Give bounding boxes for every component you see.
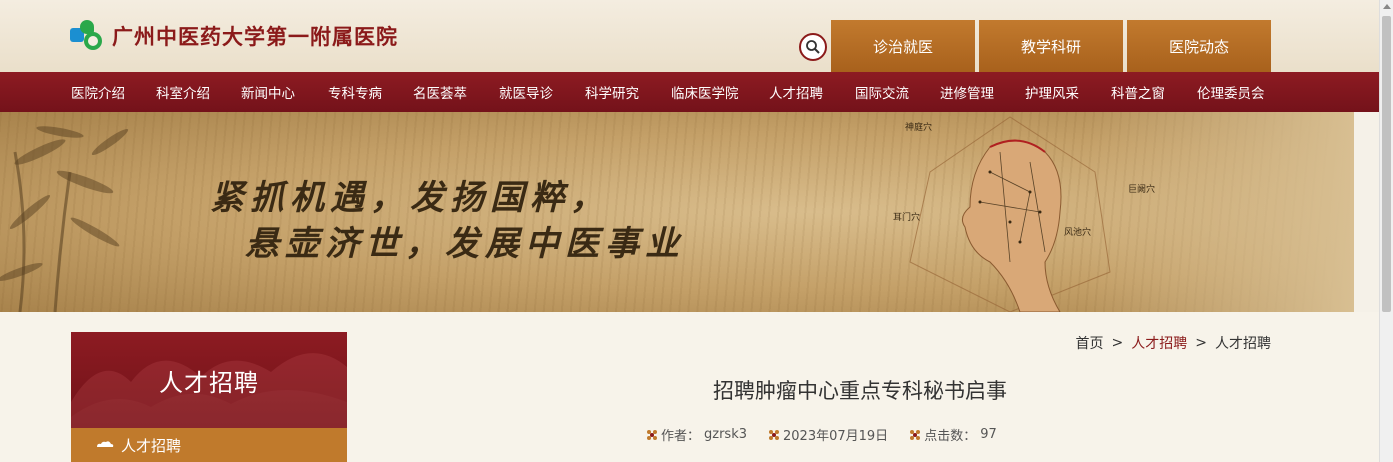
date-value: 2023年07月19日 [783, 429, 889, 444]
search-button[interactable] [799, 33, 827, 61]
article-meta: 作者： gzrsk3 2023年07月19日 点击数： 97 [647, 425, 997, 444]
meta-date: 2023年07月19日 [769, 425, 888, 444]
sidebar-title: 人才招聘 [159, 368, 259, 397]
nav-item-recruitment[interactable]: 人才招聘 [769, 72, 855, 112]
nav-item-clinical-college[interactable]: 临床医学院 [671, 72, 769, 112]
sidebar-item-label: 人才招聘 [121, 436, 182, 455]
logo-icon [70, 20, 104, 52]
flower-icon [647, 429, 657, 440]
header: 广州中医药大学第一附属医院 诊治就医 教学科研 医院动态 [0, 0, 1379, 72]
main-content: 人才招聘 人才招聘 首页 > 人才招聘 > 人才招聘 招聘肿瘤中心重点专科秘书启… [0, 312, 1379, 462]
acupoint-label: 神庭穴 [905, 123, 933, 133]
nav-item-nursing[interactable]: 护理风采 [1025, 72, 1111, 112]
breadcrumb-separator: > [1111, 335, 1124, 351]
nav-item-famous-doctors[interactable]: 名医荟萃 [413, 72, 499, 112]
scroll-up-arrow-icon[interactable] [1383, 4, 1391, 9]
logo-text: 广州中医药大学第一附属医院 [112, 24, 398, 49]
search-icon [806, 40, 820, 54]
meta-clicks: 点击数： 97 [910, 425, 997, 444]
acupoint-label: 巨阙穴 [1128, 185, 1156, 195]
breadcrumb-recruitment[interactable]: 人才招聘 [1131, 333, 1187, 353]
banner-slogan-line1: 紧抓机遇，发扬国粹， [210, 178, 610, 218]
sidebar-header: 人才招聘 [71, 332, 347, 428]
article-title: 招聘肿瘤中心重点专科秘书启事 [713, 379, 1007, 403]
tab-hospital-news[interactable]: 医院动态 [1127, 20, 1271, 72]
author-label: 作者： [661, 429, 701, 444]
nav-item-training[interactable]: 进修管理 [940, 72, 1025, 112]
banner-slogan-line2: 悬壶济世，发展中医事业 [245, 224, 685, 264]
vertical-scrollbar[interactable] [1379, 0, 1393, 462]
page: 广州中医药大学第一附属医院 诊治就医 教学科研 医院动态 医院介绍 科室介绍 新… [0, 0, 1379, 462]
clicks-value: 97 [980, 427, 997, 442]
bamboo-decoration [0, 126, 129, 312]
nav-item-international[interactable]: 国际交流 [855, 72, 940, 112]
sidebar-item-recruitment[interactable]: 人才招聘 [71, 428, 347, 462]
nav-item-specialties[interactable]: 专科专病 [328, 72, 413, 112]
clicks-label: 点击数： [924, 429, 977, 444]
acupoint-label: 耳门穴 [893, 213, 921, 223]
nav-item-news[interactable]: 新闻中心 [241, 72, 328, 112]
meta-author: 作者： gzrsk3 [647, 425, 747, 444]
breadcrumb-current: 人才招聘 [1215, 336, 1271, 352]
nav-item-departments[interactable]: 科室介绍 [156, 72, 241, 112]
breadcrumb-home[interactable]: 首页 [1076, 333, 1104, 353]
flower-icon [910, 429, 920, 440]
breadcrumb-separator: > [1195, 335, 1207, 351]
nav-item-science-window[interactable]: 科普之窗 [1111, 72, 1197, 112]
top-tabs: 诊治就医 教学科研 医院动态 [831, 20, 1271, 72]
acupoint-label: 风池穴 [1064, 228, 1092, 238]
tab-diagnosis[interactable]: 诊治就医 [831, 20, 975, 72]
flower-icon [769, 429, 779, 440]
hero-banner: 紧抓机遇，发扬国粹， 悬壶济世，发展中医事业 神庭穴 巨阙穴 耳门穴 风池穴 [0, 112, 1354, 312]
nav-item-visit-guide[interactable]: 就医导诊 [499, 72, 585, 112]
hospital-logo[interactable]: 广州中医药大学第一附属医院 [70, 20, 398, 52]
tab-teaching-research[interactable]: 教学科研 [979, 20, 1123, 72]
cloud-icon [97, 441, 114, 447]
nav-item-hospital-intro[interactable]: 医院介绍 [71, 72, 156, 112]
breadcrumb: 首页 > 人才招聘 > 人才招聘 [1076, 333, 1271, 353]
main-nav: 医院介绍 科室介绍 新闻中心 专科专病 名医荟萃 就医导诊 科学研究 临床医学院… [0, 72, 1379, 112]
nav-item-research[interactable]: 科学研究 [585, 72, 671, 112]
nav-item-ethics-committee[interactable]: 伦理委员会 [1197, 72, 1287, 112]
author-value: gzrsk3 [704, 427, 748, 442]
scrollbar-thumb[interactable] [1382, 16, 1391, 312]
